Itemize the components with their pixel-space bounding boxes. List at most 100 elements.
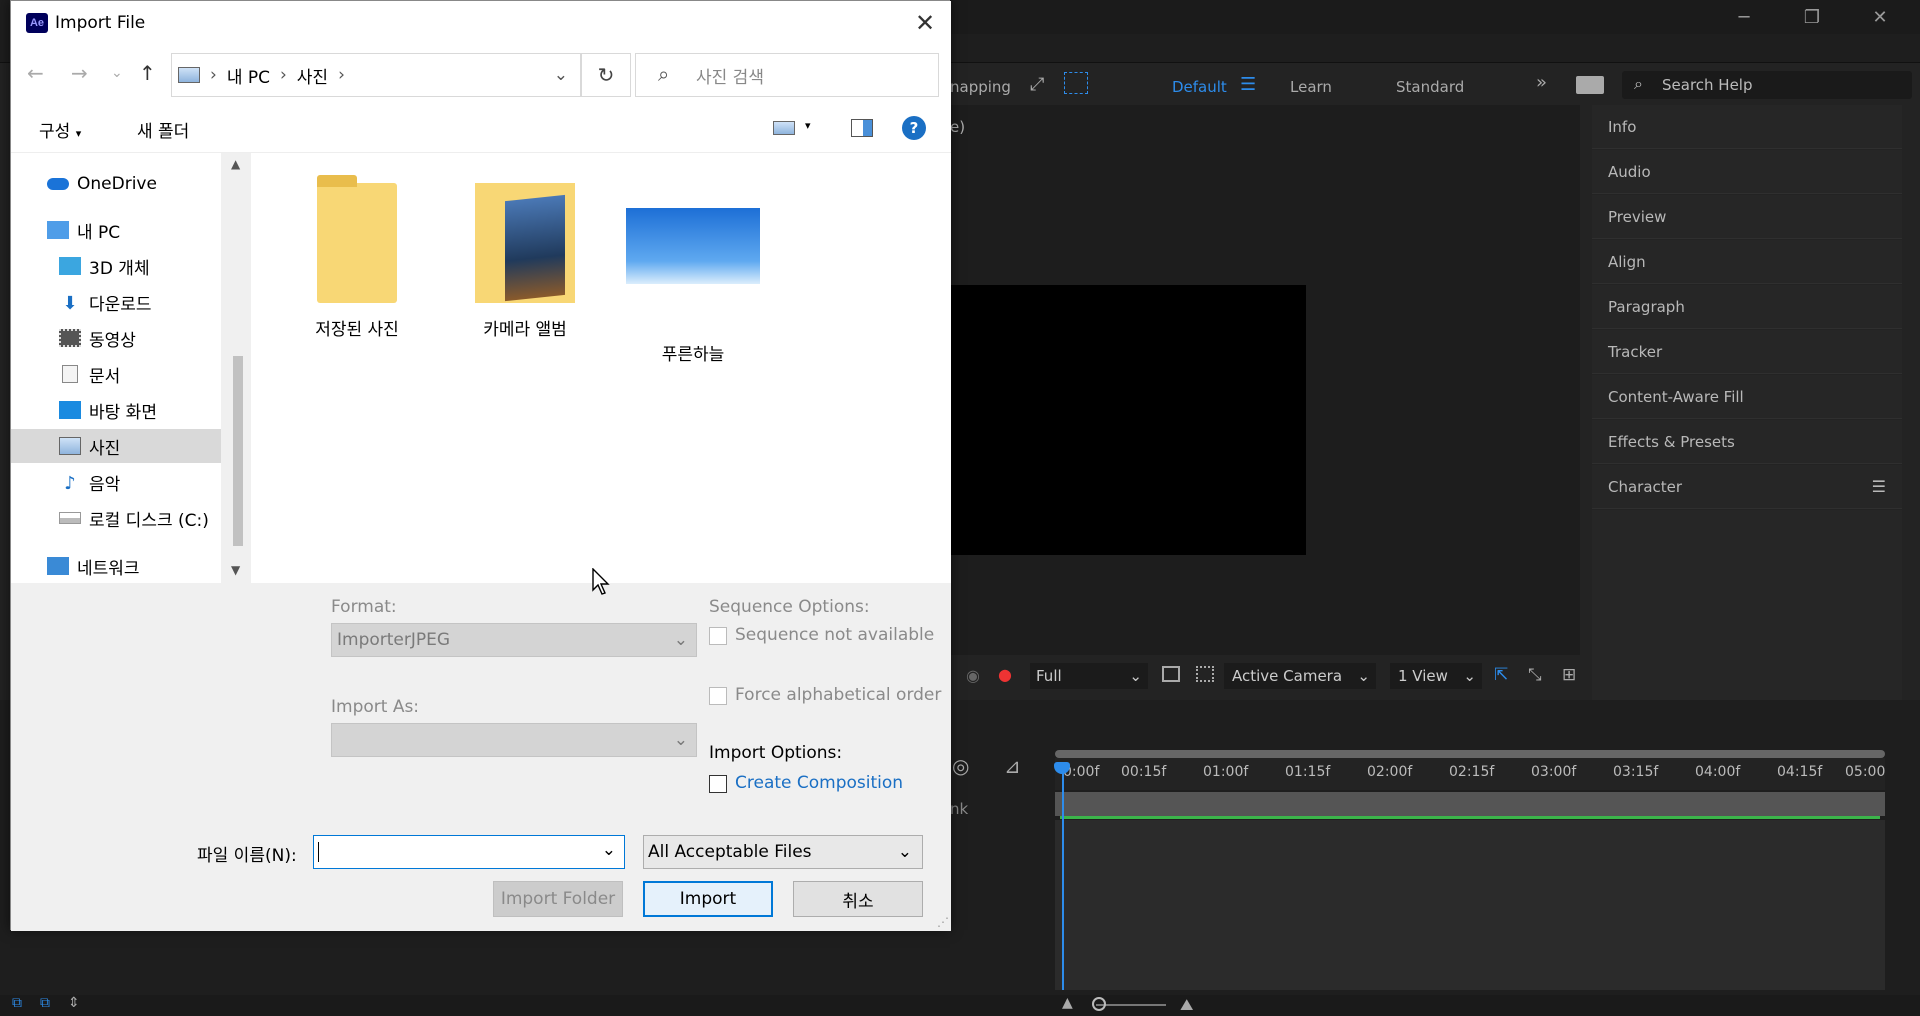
desktop-icon	[59, 401, 81, 419]
panel-effects-presets[interactable]: Effects & Presets	[1592, 420, 1902, 464]
fast-previews-icon[interactable]: ⇱	[1494, 665, 1508, 685]
snap-icon[interactable]: ⤢	[1030, 74, 1044, 95]
toggle-icon[interactable]: ◉	[966, 666, 980, 685]
nav-item-videos[interactable]: 동영상	[11, 321, 221, 355]
flowchart-icon[interactable]: ⊞	[1562, 665, 1576, 685]
zoom-slider[interactable]	[1096, 1004, 1166, 1006]
up-arrow-icon[interactable]: ↑	[139, 61, 156, 85]
snapping-label[interactable]: napping	[950, 78, 1011, 96]
import-folder-button[interactable]: Import Folder	[493, 881, 623, 917]
nav-item-label: 내 PC	[77, 222, 121, 243]
chevron-down-icon[interactable]: ⌄	[602, 840, 616, 860]
work-area-bar[interactable]	[1055, 750, 1885, 758]
sequence-checkbox[interactable]	[709, 627, 727, 645]
file-list[interactable]: 저장된 사진 카메라 앨범 푸른하늘	[251, 153, 951, 583]
caret-down-icon[interactable]: ▾	[805, 119, 811, 132]
create-composition-label[interactable]: Create Composition	[735, 773, 903, 793]
nav-item-desktop[interactable]: 바탕 화면	[11, 393, 221, 427]
preview-pane-icon[interactable]	[851, 119, 873, 137]
layer-switches-icon[interactable]: ⧉	[40, 995, 50, 1011]
nav-item-3d-objects[interactable]: 3D 개체	[11, 249, 221, 283]
workspace-menu-icon[interactable]: ☰	[1240, 74, 1256, 95]
help-icon[interactable]: ?	[902, 116, 926, 140]
region-of-interest-icon[interactable]	[1162, 666, 1180, 682]
recent-dropdown-icon[interactable]: ⌄	[111, 65, 123, 81]
workspace-learn[interactable]: Learn	[1290, 78, 1332, 96]
panel-menu-icon[interactable]: ☰	[1872, 477, 1886, 496]
nav-item-this-pc[interactable]: 내 PC	[11, 213, 221, 247]
minimize-icon[interactable]: ─	[1710, 0, 1778, 34]
resolution-dropdown[interactable]: Full ⌄	[1030, 663, 1148, 689]
file-item-folder[interactable]: 저장된 사진	[277, 175, 437, 340]
scroll-down-icon[interactable]: ▼	[231, 563, 240, 577]
refresh-icon[interactable]: ↻	[581, 53, 631, 97]
scrollbar-thumb[interactable]	[233, 356, 243, 546]
organize-menu[interactable]: 구성 ▾	[39, 117, 81, 142]
timeline-tracks[interactable]	[1055, 820, 1885, 990]
motion-blur-icon[interactable]: ◎	[952, 754, 969, 778]
breadcrumb-pictures[interactable]: 사진	[297, 63, 328, 88]
zoom-slider-knob[interactable]	[1092, 997, 1106, 1011]
filetype-dropdown[interactable]: All Acceptable Files ⌄	[643, 835, 923, 869]
transfer-controls-icon[interactable]: ⇕	[68, 995, 80, 1011]
format-dropdown[interactable]: ImporterJPEG ⌄	[331, 623, 697, 657]
nav-item-documents[interactable]: 문서	[11, 357, 221, 391]
nav-item-onedrive[interactable]: OneDrive	[11, 167, 221, 201]
snap-target-icon[interactable]	[1064, 72, 1088, 94]
forward-arrow-icon[interactable]: →	[71, 61, 88, 85]
panel-align[interactable]: Align	[1592, 240, 1902, 284]
chevron-down-icon[interactable]: ⌄	[554, 65, 568, 85]
chevron-double-right-icon[interactable]: »	[1536, 72, 1547, 93]
panel-preview[interactable]: Preview	[1592, 195, 1902, 239]
resize-grip-icon[interactable]: ⋰	[937, 915, 949, 929]
file-item-camera-album[interactable]: 카메라 앨범	[445, 183, 605, 340]
close-dialog-icon[interactable]: ✕	[899, 1, 951, 45]
cancel-button[interactable]: 취소	[793, 881, 923, 917]
scroll-up-icon[interactable]: ▲	[231, 157, 240, 171]
composition-canvas[interactable]	[950, 285, 1306, 555]
comp-flowchart-icon[interactable]: ⧉	[12, 995, 22, 1011]
nav-item-label: 로컬 디스크 (C:)	[89, 510, 209, 531]
panel-info[interactable]: Info	[1592, 105, 1902, 149]
view-options-icon[interactable]	[773, 121, 795, 135]
camera-dropdown[interactable]: Active Camera ⌄	[1224, 663, 1376, 689]
views-dropdown[interactable]: 1 View ⌄	[1390, 663, 1482, 689]
layer-duration-bar[interactable]	[1055, 792, 1885, 816]
panel-tracker[interactable]: Tracker	[1592, 330, 1902, 374]
force-alphabetical-checkbox[interactable]	[709, 687, 727, 705]
filename-input[interactable]: ⌄	[313, 835, 625, 869]
panel-audio[interactable]: Audio	[1592, 150, 1902, 194]
reset-exposure-icon[interactable]: ⤡	[1528, 665, 1542, 685]
create-composition-checkbox[interactable]	[709, 775, 727, 793]
workspace-standard[interactable]: Standard	[1396, 78, 1464, 96]
nav-item-downloads[interactable]: ⬇ 다운로드	[11, 285, 221, 319]
playhead[interactable]	[1062, 768, 1064, 990]
zoom-out-icon[interactable]: ▲	[1062, 995, 1073, 1011]
new-folder-button[interactable]: 새 폴더	[137, 117, 189, 142]
import-as-dropdown[interactable]: ⌄	[331, 723, 697, 757]
time-ruler[interactable]: 0:00f 00:15f 01:00f 01:15f 02:00f 02:15f…	[1055, 758, 1885, 790]
file-item-blue-sky[interactable]: 푸른하늘	[613, 183, 773, 365]
panel-content-aware-fill[interactable]: Content-Aware Fill	[1592, 375, 1902, 419]
import-button[interactable]: Import	[643, 881, 773, 917]
search-input[interactable]: ⌕ 사진 검색	[635, 53, 939, 97]
nav-item-local-disk[interactable]: 로컬 디스크 (C:)	[11, 501, 221, 535]
back-arrow-icon[interactable]: ←	[27, 61, 44, 85]
graph-editor-icon[interactable]: ⊿	[1004, 754, 1021, 778]
zoom-in-icon[interactable]: ⛰	[1180, 995, 1193, 1015]
color-channels-icon[interactable]: ●	[998, 665, 1012, 684]
transparency-grid-icon[interactable]	[1196, 666, 1214, 682]
keyboard-icon[interactable]	[1576, 76, 1604, 94]
nav-item-pictures[interactable]: 사진	[11, 429, 221, 463]
panel-paragraph[interactable]: Paragraph	[1592, 285, 1902, 329]
nav-item-network[interactable]: 네트워크	[11, 549, 221, 583]
restore-icon[interactable]: ❐	[1778, 0, 1846, 34]
nav-item-music[interactable]: ♪ 음악	[11, 465, 221, 499]
close-window-icon[interactable]: ✕	[1846, 0, 1914, 34]
panel-character[interactable]: Character ☰	[1592, 465, 1902, 509]
dialog-titlebar[interactable]: Ae Import File ✕	[11, 1, 951, 45]
workspace-default[interactable]: Default	[1172, 78, 1227, 96]
search-help-field[interactable]: ⌕ Search Help	[1622, 71, 1912, 99]
address-bar[interactable]: › 내 PC › 사진 › ⌄	[171, 53, 581, 97]
breadcrumb-pc[interactable]: 내 PC	[227, 63, 270, 88]
